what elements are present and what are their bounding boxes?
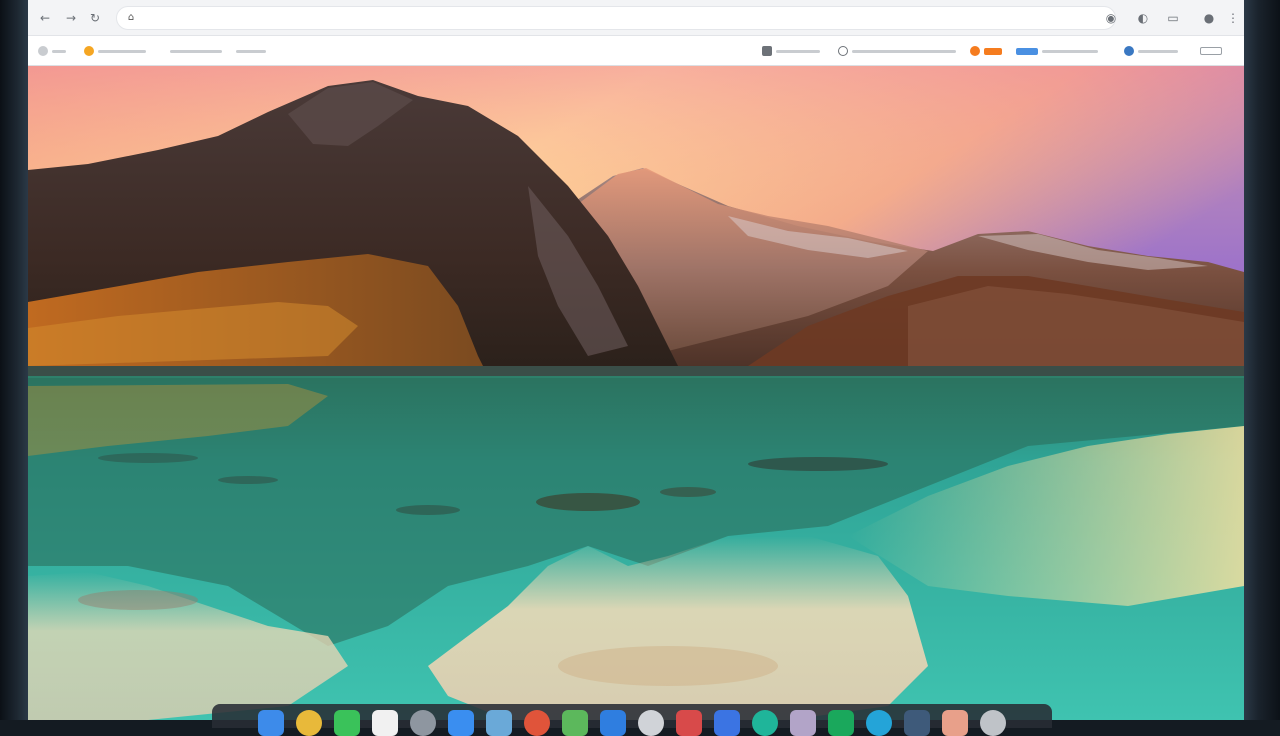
apps-icon <box>38 46 48 56</box>
bookmark-globe[interactable] <box>838 44 956 58</box>
window-icon[interactable]: ▭ <box>1164 9 1182 27</box>
orange-bookmark-icon <box>970 46 980 56</box>
bookmarks-bar <box>28 36 1244 66</box>
profile-icon[interactable]: ● <box>1200 9 1218 27</box>
folder-icon[interactable] <box>904 710 930 736</box>
trash-icon[interactable] <box>980 710 1006 736</box>
teal-icon[interactable] <box>752 710 778 736</box>
bookmark-blue-tag[interactable] <box>1016 44 1098 58</box>
bookmark-person[interactable] <box>1124 44 1178 58</box>
camera-bookmark-icon <box>762 46 772 56</box>
shield-icon[interactable]: ◐ <box>1134 9 1152 27</box>
camera-icon[interactable] <box>638 710 664 736</box>
image-icon[interactable] <box>942 710 968 736</box>
blue-tag-icon <box>1016 47 1038 55</box>
bookmark-apps[interactable] <box>38 44 66 58</box>
browser-icon[interactable] <box>600 710 626 736</box>
person-bookmark-icon <box>1124 46 1134 56</box>
extension-icon[interactable]: ◉ <box>1102 9 1120 27</box>
store-icon[interactable] <box>714 710 740 736</box>
forward-icon[interactable]: → <box>62 9 80 27</box>
bookmark-orange-2[interactable] <box>970 44 1002 58</box>
notes-icon[interactable] <box>372 710 398 736</box>
cyan-icon[interactable] <box>866 710 892 736</box>
settings-icon[interactable] <box>410 710 436 736</box>
landscape-illustration <box>28 66 1244 720</box>
bookmark-camera[interactable] <box>762 44 820 58</box>
home-icon[interactable]: ⌂ <box>123 10 139 26</box>
browser-toolbar: ← → ↻ ⌂ ◉ ◐ ▭ ● ⋮ <box>28 0 1244 36</box>
bookmark-folder-2[interactable] <box>236 44 266 58</box>
globe-bookmark-icon <box>838 46 848 56</box>
reading-list-icon <box>1200 47 1222 55</box>
gallery-icon[interactable] <box>790 710 816 736</box>
menu-icon[interactable]: ⋮ <box>1224 9 1242 27</box>
bookmark-orange-site[interactable] <box>84 44 146 58</box>
page-content-landscape-image <box>28 66 1244 720</box>
calendar-icon[interactable] <box>676 710 702 736</box>
bookmark-folder[interactable] <box>170 44 222 58</box>
address-bar[interactable]: ⌂ <box>116 6 1116 30</box>
monitor-bezel-right <box>1244 0 1280 720</box>
photos-icon[interactable] <box>524 710 550 736</box>
green-icon[interactable] <box>828 710 854 736</box>
messages-icon[interactable] <box>334 710 360 736</box>
leaf-icon[interactable] <box>562 710 588 736</box>
chrome-icon[interactable] <box>296 710 322 736</box>
monitor-bezel-left <box>0 0 28 720</box>
reload-icon[interactable]: ↻ <box>86 9 104 27</box>
dock <box>212 704 1052 736</box>
globe-icon[interactable] <box>486 710 512 736</box>
back-icon[interactable]: ← <box>36 9 54 27</box>
bookmark-reading-list[interactable] <box>1200 44 1222 58</box>
browser-window: ← → ↻ ⌂ ◉ ◐ ▭ ● ⋮ <box>28 0 1244 720</box>
safari-icon[interactable] <box>448 710 474 736</box>
finder-icon[interactable] <box>258 710 284 736</box>
orange-site-icon <box>84 46 94 56</box>
